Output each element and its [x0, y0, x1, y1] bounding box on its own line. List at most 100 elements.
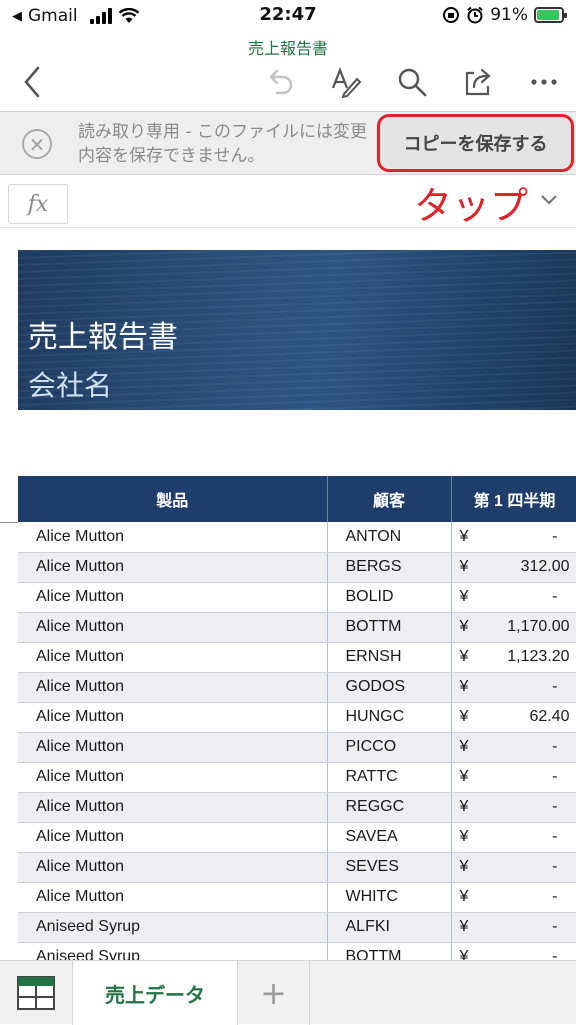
- sheet-tab-bar: 売上データ +: [0, 960, 576, 1025]
- cell-product[interactable]: Alice Mutton: [18, 552, 328, 583]
- pen-format-icon[interactable]: [326, 62, 366, 102]
- cell-q1[interactable]: ¥ -: [451, 882, 576, 913]
- currency-symbol: ¥: [459, 648, 469, 665]
- close-icon[interactable]: ×: [22, 129, 52, 159]
- cell-customer[interactable]: HUNGC: [327, 702, 452, 733]
- currency-symbol: ¥: [459, 888, 469, 905]
- table-row: Alice Mutton RATTC ¥ -: [18, 762, 576, 793]
- cell-q1[interactable]: ¥ -: [451, 792, 576, 823]
- q1-value: 62.40: [529, 708, 570, 725]
- read-only-bar: × 読み取り専用 - このファイルには変更内容を保存できません。 コピーを保存す…: [0, 111, 576, 175]
- currency-symbol: ¥: [459, 798, 469, 815]
- cell-product[interactable]: Alice Mutton: [18, 792, 328, 823]
- cell-q1[interactable]: ¥ -: [451, 852, 576, 883]
- cell-customer[interactable]: ERNSH: [327, 642, 452, 673]
- q1-value: -: [552, 798, 558, 815]
- currency-symbol: ¥: [459, 768, 469, 785]
- cell-q1[interactable]: ¥ -: [451, 582, 576, 613]
- search-icon[interactable]: [392, 62, 432, 102]
- q1-value: 1,123.20: [507, 648, 570, 665]
- cell-customer[interactable]: RATTC: [327, 762, 452, 793]
- cell-customer[interactable]: WHITC: [327, 882, 452, 913]
- toolbar: [0, 58, 576, 104]
- cell-q1[interactable]: ¥62.40: [451, 702, 576, 733]
- currency-symbol: ¥: [459, 918, 469, 935]
- table-row: Alice Mutton SEVES ¥ -: [18, 852, 576, 883]
- cell-q1[interactable]: ¥ -: [451, 522, 576, 553]
- report-banner: 売上報告書 会社名: [18, 250, 576, 410]
- cell-product[interactable]: Alice Mutton: [18, 762, 328, 793]
- more-icon[interactable]: [524, 62, 564, 102]
- banner-subtitle: 会社名: [28, 369, 113, 402]
- cell-product[interactable]: Alice Mutton: [18, 582, 328, 613]
- cell-q1[interactable]: ¥ -: [451, 732, 576, 763]
- cell-product[interactable]: Alice Mutton: [18, 822, 328, 853]
- cell-q1[interactable]: ¥ -: [451, 912, 576, 943]
- chevron-down-icon[interactable]: [540, 194, 558, 206]
- table-header-row: 製品 顧客 第 1 四半期: [18, 476, 576, 522]
- cell-product[interactable]: Alice Mutton: [18, 882, 328, 913]
- share-icon[interactable]: [458, 62, 498, 102]
- cell-customer[interactable]: PICCO: [327, 732, 452, 763]
- q1-value: -: [552, 588, 558, 605]
- save-copy-button[interactable]: コピーを保存する: [377, 114, 574, 172]
- cell-customer[interactable]: GODOS: [327, 672, 452, 703]
- q1-value: 1,170.00: [507, 618, 570, 635]
- cell-customer[interactable]: SAVEA: [327, 822, 452, 853]
- table-row: Alice Mutton ANTON ¥ -: [18, 522, 576, 553]
- currency-symbol: ¥: [459, 738, 469, 755]
- cell-product[interactable]: Alice Mutton: [18, 642, 328, 673]
- cell-customer[interactable]: BERGS: [327, 552, 452, 583]
- grid-line: [0, 522, 18, 523]
- cell-customer[interactable]: SEVES: [327, 852, 452, 883]
- table-row: Alice Mutton BOLID ¥ -: [18, 582, 576, 613]
- undo-icon[interactable]: [262, 62, 302, 102]
- fx-icon[interactable]: fx: [8, 184, 68, 224]
- table-row: Aniseed Syrup ALFKI ¥ -: [18, 912, 576, 943]
- currency-symbol: ¥: [459, 527, 469, 545]
- sheet-tab-active[interactable]: 売上データ: [72, 961, 238, 1025]
- header-product[interactable]: 製品: [18, 476, 328, 522]
- cell-customer[interactable]: BOTTM: [327, 612, 452, 643]
- orientation-lock-icon: [443, 7, 460, 23]
- cell-customer[interactable]: REGGC: [327, 792, 452, 823]
- cell-q1[interactable]: ¥ -: [451, 822, 576, 853]
- cell-q1[interactable]: ¥ -: [451, 672, 576, 703]
- document-title: 売上報告書: [247, 39, 328, 58]
- cell-product[interactable]: Alice Mutton: [18, 522, 328, 553]
- table-row: Alice Mutton SAVEA ¥ -: [18, 822, 576, 853]
- tap-annotation: タップ: [413, 184, 528, 228]
- cell-customer[interactable]: BOLID: [327, 582, 452, 613]
- cell-product[interactable]: Aniseed Syrup: [18, 912, 328, 943]
- cell-q1[interactable]: ¥1,123.20: [451, 642, 576, 673]
- currency-symbol: ¥: [459, 858, 469, 875]
- cell-product[interactable]: Alice Mutton: [18, 852, 328, 883]
- currency-symbol: ¥: [459, 618, 469, 635]
- cell-product[interactable]: Alice Mutton: [18, 672, 328, 703]
- back-chevron-icon[interactable]: [12, 62, 52, 102]
- q1-value: -: [552, 858, 558, 875]
- cell-customer[interactable]: ALFKI: [327, 912, 452, 943]
- q1-value: -: [552, 738, 558, 755]
- q1-value: -: [552, 918, 558, 935]
- cell-q1[interactable]: ¥1,170.00: [451, 612, 576, 643]
- cell-product[interactable]: Alice Mutton: [18, 702, 328, 733]
- cell-product[interactable]: Alice Mutton: [18, 612, 328, 643]
- battery-percent: 91%: [490, 5, 528, 25]
- add-sheet-button[interactable]: +: [238, 961, 310, 1025]
- cell-customer[interactable]: ANTON: [327, 522, 452, 553]
- alarm-icon: [467, 6, 483, 24]
- cell-q1[interactable]: ¥312.00: [451, 552, 576, 583]
- q1-value: -: [552, 828, 558, 845]
- cell-product[interactable]: Alice Mutton: [18, 732, 328, 763]
- sheet-grid-icon[interactable]: [0, 961, 72, 1025]
- header-q1[interactable]: 第 1 四半期: [451, 476, 576, 522]
- formula-input[interactable]: タップ: [68, 184, 568, 228]
- table-row: Alice Mutton ERNSH ¥1,123.20: [18, 642, 576, 673]
- currency-symbol: ¥: [459, 558, 469, 575]
- q1-value: 312.00: [520, 558, 570, 575]
- currency-symbol: ¥: [459, 828, 469, 845]
- cell-q1[interactable]: ¥ -: [451, 762, 576, 793]
- table-row: Alice Mutton BOTTM ¥1,170.00: [18, 612, 576, 643]
- header-customer[interactable]: 顧客: [327, 476, 452, 522]
